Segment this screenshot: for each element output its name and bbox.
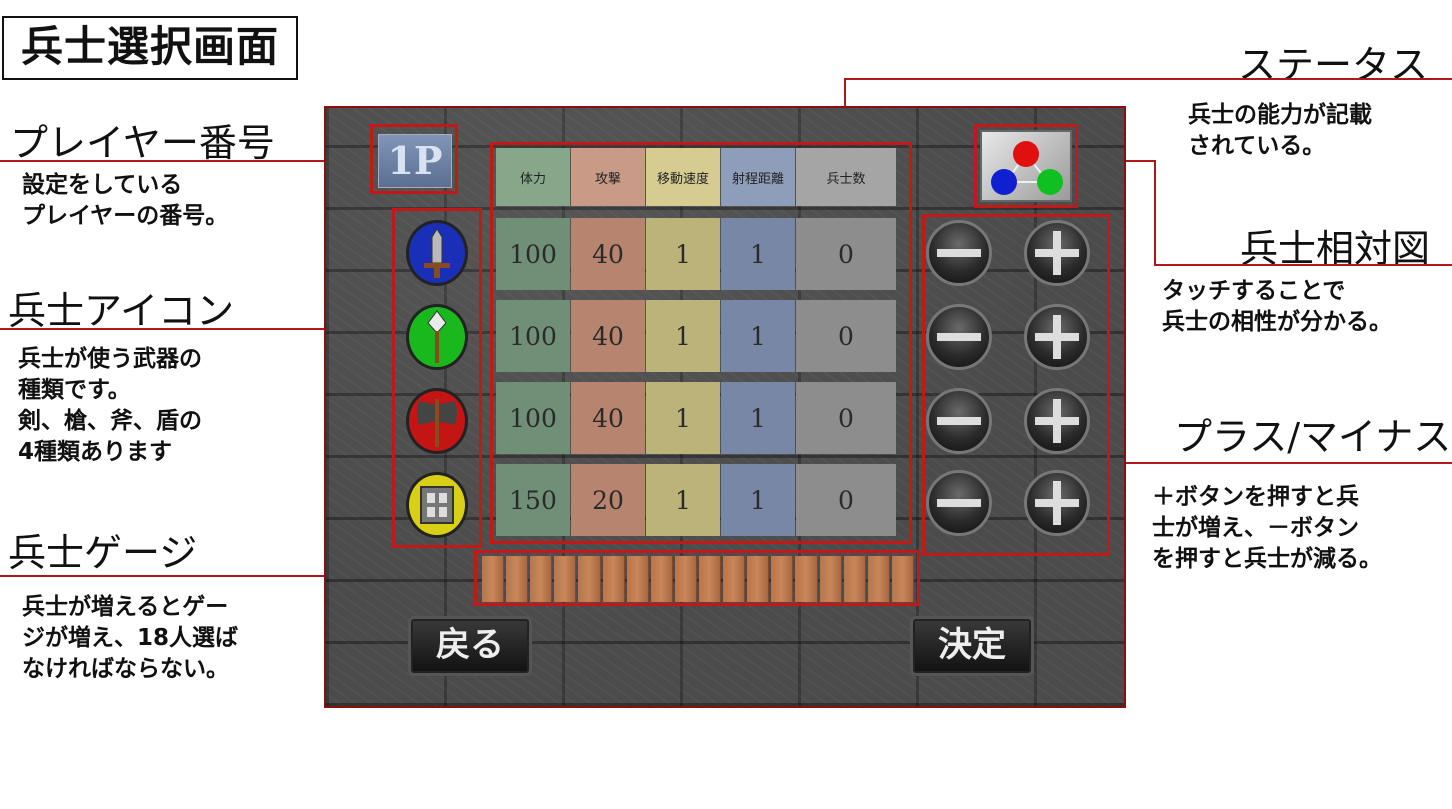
header-unit-count: 兵士数 — [796, 148, 896, 206]
sword-icon[interactable] — [406, 220, 468, 286]
unit-icon-desc: 兵士が使う武器の 種類です。 剣、槍、斧、盾の 4種類あります — [18, 346, 202, 465]
stat-unit-count: 0 — [796, 218, 896, 290]
player-badge-highlight — [370, 124, 458, 194]
minus-button[interactable] — [926, 470, 992, 536]
stat-unit-count: 0 — [796, 464, 896, 536]
unit-gauge-heading: 兵士ゲージ — [8, 531, 198, 575]
plus-minus-desc: ＋ボタンを押すと兵 士が増え、－ボタン を押すと兵士が減る。 — [1152, 484, 1382, 572]
gauge-segment — [795, 556, 818, 602]
gauge-segment — [674, 556, 697, 602]
unit-icon-heading: 兵士アイコン — [8, 289, 235, 333]
gauge-segment — [650, 556, 673, 602]
gauge-segment — [843, 556, 866, 602]
stat-hp: 150 — [496, 464, 570, 536]
stats-row: 100 40 1 1 0 — [496, 300, 896, 372]
gauge-segment — [698, 556, 722, 602]
stat-hp: 100 — [496, 382, 570, 454]
gauge-segment — [506, 556, 529, 602]
affinity-highlight — [974, 124, 1078, 208]
gauge-segment — [867, 556, 890, 602]
affinity-desc: タッチすることで 兵士の相性が分かる。 — [1162, 278, 1392, 335]
stats-row: 150 20 1 1 0 — [496, 464, 896, 536]
plus-button[interactable] — [1024, 470, 1090, 536]
stat-hp: 100 — [496, 300, 570, 372]
stat-range: 1 — [721, 218, 795, 290]
plus-button[interactable] — [1024, 304, 1090, 370]
plus-minus-heading: プラス/マイナス — [1174, 415, 1452, 459]
minus-button[interactable] — [926, 304, 992, 370]
status-heading: ステータス — [1238, 43, 1429, 87]
header-range: 射程距離 — [721, 148, 795, 206]
stat-attack: 40 — [571, 218, 645, 290]
gauge-segment — [626, 556, 649, 602]
game-screen: 1P 体力 攻撃 移動速度 射程距離 兵士数 100 40 1 1 0 100 … — [324, 106, 1126, 708]
stat-attack: 20 — [571, 464, 645, 536]
axe-icon[interactable] — [406, 388, 468, 454]
gauge-segment — [578, 556, 601, 602]
minus-button[interactable] — [926, 220, 992, 286]
plus-button[interactable] — [1024, 220, 1090, 286]
header-attack: 攻撃 — [571, 148, 645, 206]
status-desc: 兵士の能力が記載 されている。 — [1188, 102, 1372, 159]
gauge-segment — [602, 556, 625, 602]
gauge-segment — [723, 556, 746, 602]
unit-gauge — [480, 556, 916, 602]
gauge-segment — [747, 556, 770, 602]
gauge-segment — [891, 556, 914, 602]
stat-attack: 40 — [571, 300, 645, 372]
shield-icon[interactable] — [406, 472, 468, 538]
header-hp: 体力 — [496, 148, 570, 206]
page-title: 兵士選択画面 — [2, 16, 298, 80]
stats-row: 100 40 1 1 0 — [496, 218, 896, 290]
stats-row: 100 40 1 1 0 — [496, 382, 896, 454]
player-number-heading: プレイヤー番号 — [10, 121, 275, 165]
plus-button[interactable] — [1024, 388, 1090, 454]
stat-move-speed: 1 — [646, 300, 720, 372]
unit-gauge-desc: 兵士が増えるとゲー ジが増え、18人選ば なければならない。 — [22, 594, 239, 682]
player-number-desc: 設定をしている プレイヤーの番号。 — [22, 172, 229, 229]
confirm-button[interactable]: 決定 — [910, 616, 1034, 676]
gauge-segment — [554, 556, 577, 602]
stat-move-speed: 1 — [646, 464, 720, 536]
back-button[interactable]: 戻る — [408, 616, 532, 676]
gauge-segment — [530, 556, 553, 602]
minus-button[interactable] — [926, 388, 992, 454]
stat-hp: 100 — [496, 218, 570, 290]
stat-unit-count: 0 — [796, 300, 896, 372]
stats-table: 体力 攻撃 移動速度 射程距離 兵士数 100 40 1 1 0 100 40 … — [496, 148, 896, 536]
header-move-speed: 移動速度 — [646, 148, 720, 206]
stat-range: 1 — [721, 300, 795, 372]
gauge-segment — [771, 556, 794, 602]
stat-attack: 40 — [571, 382, 645, 454]
stat-range: 1 — [721, 382, 795, 454]
stat-unit-count: 0 — [796, 382, 896, 454]
stat-range: 1 — [721, 464, 795, 536]
stat-move-speed: 1 — [646, 382, 720, 454]
stats-header-row: 体力 攻撃 移動速度 射程距離 兵士数 — [496, 148, 896, 206]
gauge-segment — [819, 556, 842, 602]
spear-icon[interactable] — [406, 304, 468, 370]
gauge-segment — [482, 556, 505, 602]
stat-move-speed: 1 — [646, 218, 720, 290]
